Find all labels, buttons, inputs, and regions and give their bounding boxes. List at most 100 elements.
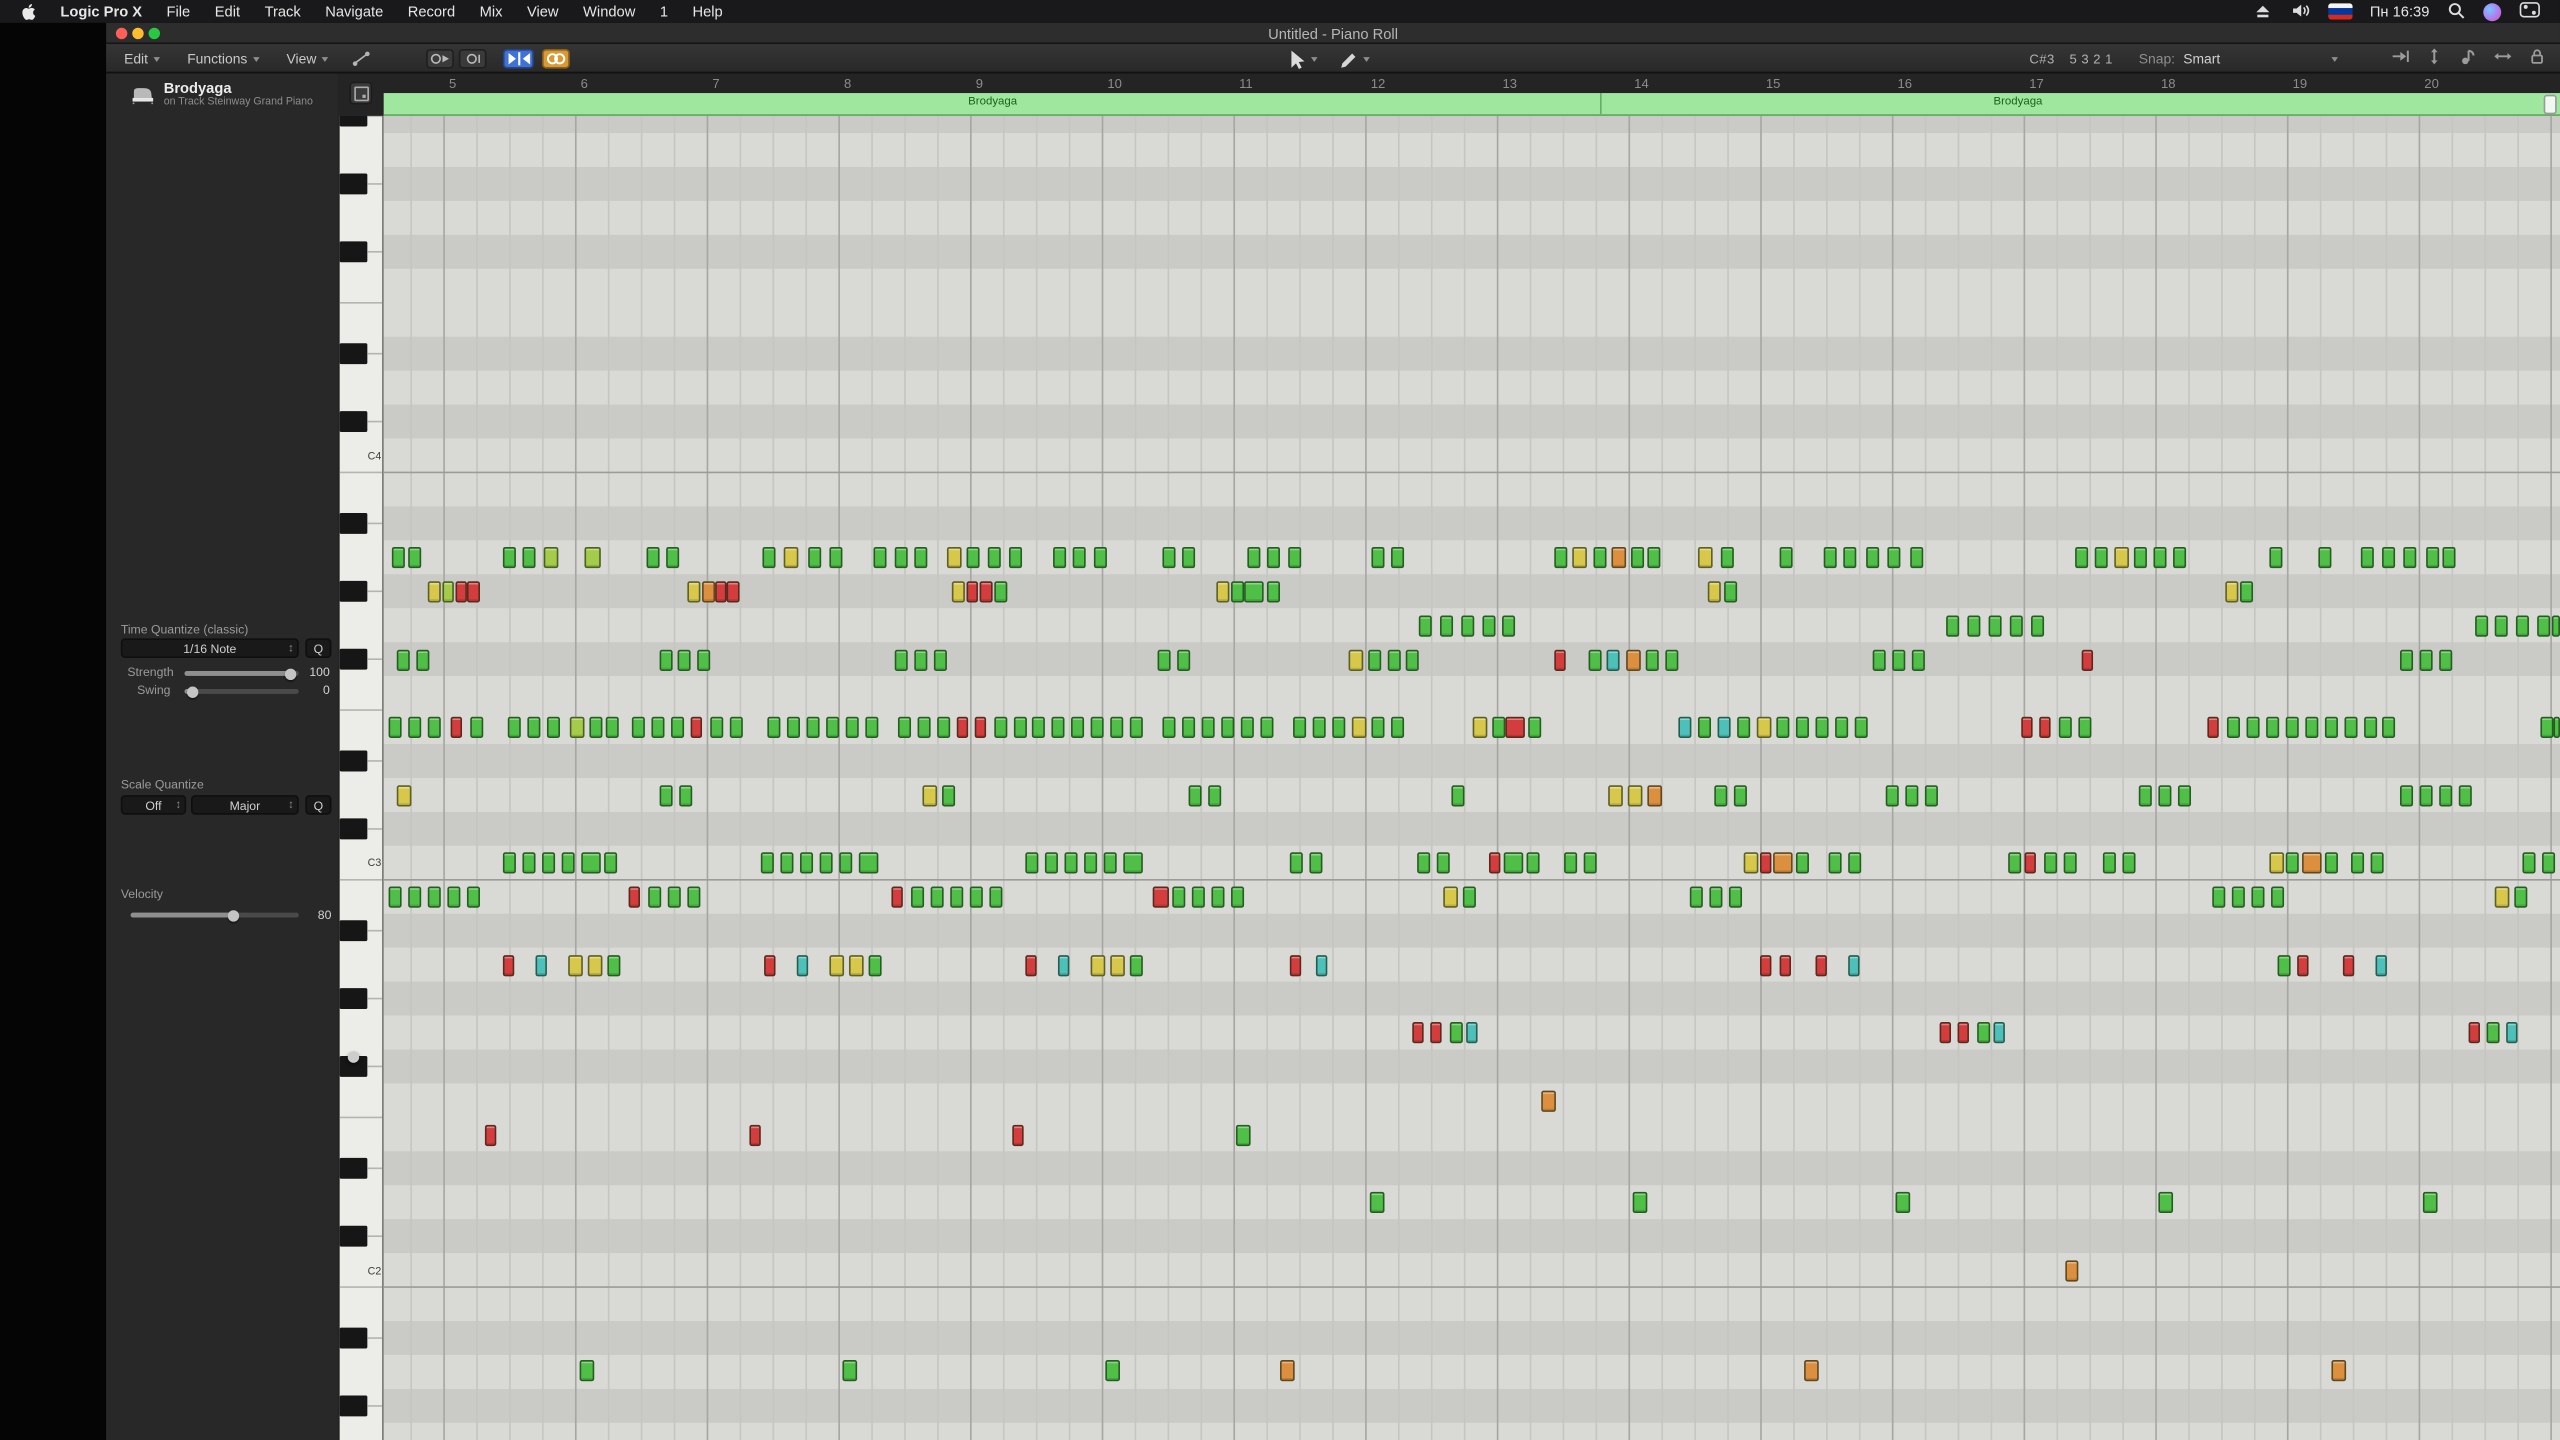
menu-item-edit[interactable]: Edit <box>215 3 240 19</box>
midi-note[interactable] <box>2486 1021 2500 1043</box>
midi-note[interactable] <box>2399 784 2414 806</box>
midi-note[interactable] <box>1031 715 1045 738</box>
midi-note[interactable] <box>894 546 908 568</box>
midi-note[interactable] <box>546 715 560 738</box>
midi-note[interactable] <box>2173 546 2187 568</box>
midi-note[interactable] <box>868 954 882 976</box>
midi-note[interactable] <box>1418 614 1432 636</box>
midi-note[interactable] <box>2009 614 2023 636</box>
midi-note[interactable] <box>1843 546 1857 568</box>
midi-note[interactable] <box>2251 885 2265 907</box>
scale-quantize-root-select[interactable]: Off ↕ <box>120 795 187 815</box>
midi-note[interactable] <box>1057 954 1070 976</box>
velocity-slider[interactable] <box>130 909 299 921</box>
midi-note[interactable] <box>1887 546 1901 568</box>
midi-note[interactable] <box>1449 1021 1463 1043</box>
midi-note[interactable] <box>1492 715 1506 738</box>
midi-note[interactable] <box>2342 954 2355 976</box>
midi-note[interactable] <box>1348 648 1364 671</box>
midi-note[interactable] <box>568 954 583 976</box>
midi-note[interactable] <box>1776 715 1790 738</box>
midi-note[interactable] <box>648 885 662 907</box>
midi-note[interactable] <box>1714 784 1728 806</box>
midi-note[interactable] <box>1084 851 1098 873</box>
midi-note[interactable] <box>1759 851 1772 873</box>
midi-note[interactable] <box>1288 546 1302 568</box>
midi-note[interactable] <box>2331 1359 2347 1381</box>
midi-note[interactable] <box>796 954 809 976</box>
midi-note[interactable] <box>391 546 405 568</box>
midi-note[interactable] <box>1905 784 1919 806</box>
time-quantize-apply-button[interactable]: Q <box>305 638 332 658</box>
midi-note[interactable] <box>1848 954 1860 976</box>
snap-select[interactable]: Snap: Smart <box>2139 49 2338 69</box>
midi-note[interactable] <box>764 954 776 976</box>
midi-note[interactable] <box>2375 954 2387 976</box>
midi-note[interactable] <box>535 954 547 976</box>
menu-item-1[interactable]: 1 <box>660 3 668 19</box>
midi-note[interactable] <box>1332 715 1346 738</box>
midi-note[interactable] <box>783 546 799 568</box>
midi-note[interactable] <box>1717 715 1731 738</box>
midi-note[interactable] <box>1606 648 1620 671</box>
midi-note[interactable] <box>865 715 879 738</box>
siri-icon[interactable] <box>2483 2 2502 21</box>
midi-note[interactable] <box>1182 546 1196 568</box>
midi-note[interactable] <box>687 580 701 602</box>
midi-note[interactable] <box>858 851 879 873</box>
midi-note[interactable] <box>1795 715 1809 738</box>
link-button[interactable] <box>542 48 570 69</box>
midi-note[interactable] <box>2542 851 2556 873</box>
menu-clock[interactable]: Пн 16:39 <box>2370 3 2430 19</box>
midi-note[interactable] <box>2305 715 2319 738</box>
midi-note[interactable] <box>806 715 820 738</box>
midi-note[interactable] <box>679 784 693 806</box>
midi-note[interactable] <box>1025 954 1037 976</box>
midi-note[interactable] <box>1466 1021 1478 1043</box>
midi-note[interactable] <box>2360 546 2374 568</box>
midi-note[interactable] <box>2297 954 2309 976</box>
midi-note[interactable] <box>502 954 515 976</box>
midi-note[interactable] <box>1823 546 1837 568</box>
midi-note[interactable] <box>388 885 402 907</box>
midi-note[interactable] <box>589 715 603 738</box>
midi-note[interactable] <box>1993 1021 2005 1043</box>
midi-note[interactable] <box>1804 1359 1819 1381</box>
midi-note[interactable] <box>1977 1021 1991 1043</box>
midi-note[interactable] <box>1854 715 1868 738</box>
midi-note[interactable] <box>1266 580 1280 602</box>
midi-note[interactable] <box>605 715 619 738</box>
midi-note[interactable] <box>1939 1021 1952 1043</box>
midi-note[interactable] <box>2540 715 2554 738</box>
midi-note[interactable] <box>1188 784 1202 806</box>
midi-note[interactable] <box>1025 851 1039 873</box>
menu-item-record[interactable]: Record <box>408 3 455 19</box>
midi-note[interactable] <box>1482 614 1496 636</box>
midi-note[interactable] <box>1502 614 1516 636</box>
horizontal-zoom-button[interactable] <box>2493 44 2513 73</box>
midi-note[interactable] <box>2382 715 2396 738</box>
midi-note[interactable] <box>2024 851 2036 873</box>
midi-note[interactable] <box>2021 715 2033 738</box>
midi-note[interactable] <box>2494 614 2508 636</box>
midi-note[interactable] <box>829 954 845 976</box>
midi-note[interactable] <box>917 715 931 738</box>
lock-icon[interactable] <box>2527 44 2547 73</box>
midi-note[interactable] <box>1572 546 1587 568</box>
midi-note[interactable] <box>1371 715 1385 738</box>
midi-note[interactable] <box>1689 885 1703 907</box>
midi-note[interactable] <box>666 546 680 568</box>
midi-note[interactable] <box>416 648 430 671</box>
midi-note[interactable] <box>937 715 951 738</box>
midi-note[interactable] <box>891 885 903 907</box>
midi-note[interactable] <box>1848 851 1862 873</box>
midi-note[interactable] <box>1697 546 1713 568</box>
midi-note[interactable] <box>1461 614 1475 636</box>
midi-note[interactable] <box>1720 546 1734 568</box>
midi-note[interactable] <box>442 580 454 602</box>
midi-note[interactable] <box>579 1359 595 1381</box>
midi-note[interactable] <box>1627 784 1643 806</box>
midi-note[interactable] <box>2515 614 2529 636</box>
midi-note[interactable] <box>819 851 833 873</box>
midi-note[interactable] <box>1152 885 1169 907</box>
